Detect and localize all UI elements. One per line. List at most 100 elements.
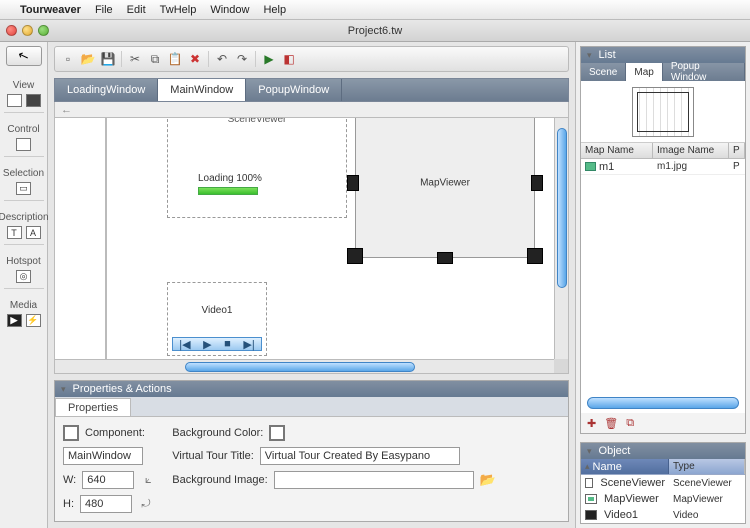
zoom-window-button[interactable]: [38, 25, 49, 36]
resize-handle-se[interactable]: [527, 248, 543, 264]
tab-popup-window[interactable]: PopupWindow: [246, 79, 342, 101]
object-panel-header[interactable]: ▾Object: [581, 443, 745, 459]
player-prev-icon[interactable]: |◀: [179, 338, 190, 351]
browse-bgimage-icon[interactable]: 📂: [480, 472, 496, 488]
disclosure-triangle-icon[interactable]: ▾: [61, 384, 66, 395]
resize-handle-w[interactable]: [347, 175, 359, 191]
menu-help[interactable]: Help: [263, 4, 286, 16]
map-row[interactable]: m1 m1.jpg P: [581, 159, 745, 175]
reset-dimensions-icon[interactable]: ⤾: [138, 498, 154, 511]
new-icon[interactable]: ▫: [61, 52, 75, 66]
player-next-icon[interactable]: ▶|: [243, 338, 254, 351]
mapviewer-component[interactable]: MapViewer: [355, 118, 535, 258]
save-icon[interactable]: 💾: [101, 52, 115, 66]
minimize-window-button[interactable]: [22, 25, 33, 36]
selection-tool-button[interactable]: ↖: [6, 46, 42, 66]
add-map-icon[interactable]: ✚: [587, 417, 596, 430]
text-tool[interactable]: T: [7, 226, 22, 239]
tour-title-field[interactable]: Virtual Tour Created By Easypano: [260, 447, 460, 465]
list-tab-popup[interactable]: Popup Window: [663, 63, 745, 81]
delete-map-icon[interactable]: 🗑: [604, 417, 618, 430]
redo-icon[interactable]: ↷: [235, 52, 249, 66]
open-icon[interactable]: 📂: [81, 52, 95, 66]
view-tool-1[interactable]: [7, 94, 22, 107]
col-map-name[interactable]: Map Name: [581, 143, 653, 158]
object-panel: ▾Object ▴Name Type SceneViewer SceneView…: [580, 442, 746, 524]
video-player-controls[interactable]: |◀ ▶ ■ ▶|: [172, 337, 262, 351]
col-object-name[interactable]: ▴Name: [581, 459, 669, 474]
menu-twhelp[interactable]: TwHelp: [160, 4, 197, 16]
video-tool[interactable]: ▶: [7, 314, 22, 327]
list-panel: ▾List Scene Map Popup Window Map Name Im…: [580, 46, 746, 434]
resize-handle-e[interactable]: [531, 175, 543, 191]
disclosure-triangle-icon[interactable]: ▾: [587, 50, 592, 61]
col-extra[interactable]: P: [729, 143, 745, 158]
copy-icon[interactable]: ⧉: [148, 52, 162, 66]
object-row[interactable]: MapViewer MapViewer: [581, 491, 745, 507]
sceneviewer-component[interactable]: SceneViewer Loading 100%: [167, 118, 347, 218]
menu-edit[interactable]: Edit: [127, 4, 146, 16]
canvas-scrollbar-horizontal[interactable]: [55, 359, 554, 373]
bgcolor-swatch[interactable]: [269, 425, 285, 441]
menu-window[interactable]: Window: [210, 4, 249, 16]
bgimage-field[interactable]: [274, 471, 474, 489]
disclosure-triangle-icon[interactable]: ▾: [587, 446, 592, 457]
tab-properties[interactable]: Properties: [55, 398, 131, 416]
publish-icon[interactable]: ◧: [282, 52, 296, 66]
tab-loading-window[interactable]: LoadingWindow: [55, 79, 158, 101]
view-tool-2[interactable]: [26, 94, 41, 107]
player-play-icon[interactable]: ▶: [203, 338, 211, 351]
back-arrow-icon[interactable]: ←: [61, 104, 72, 116]
map-object-icon: [585, 494, 597, 504]
flash-tool[interactable]: ⚡: [26, 314, 41, 327]
design-canvas[interactable]: SceneViewer Loading 100% MapViewer: [54, 118, 569, 374]
selection-tool-1[interactable]: ▭: [16, 182, 31, 195]
system-menubar: Tourweaver File Edit TwHelp Window Help: [0, 0, 750, 20]
main-window-viewport[interactable]: SceneViewer Loading 100% MapViewer: [105, 118, 554, 359]
canvas-scrollbar-vertical[interactable]: [554, 118, 568, 359]
map-thumbnail[interactable]: [632, 87, 694, 137]
component-swatch[interactable]: [63, 425, 79, 441]
component-name-field[interactable]: MainWindow: [63, 447, 143, 465]
properties-panel-header[interactable]: ▾Properties & Actions: [55, 381, 568, 397]
app-menu[interactable]: Tourweaver: [20, 4, 81, 16]
player-stop-icon[interactable]: ■: [224, 338, 231, 350]
hotspot-tool[interactable]: ◎: [16, 270, 31, 283]
undo-icon[interactable]: ↶: [215, 52, 229, 66]
textbox-tool[interactable]: A: [26, 226, 41, 239]
preview-icon[interactable]: ▶: [262, 52, 276, 66]
h-scroll-thumb[interactable]: [185, 362, 415, 372]
object-grid-header: ▴Name Type: [581, 459, 745, 475]
paste-icon[interactable]: 📋: [168, 52, 182, 66]
tour-title-label: Virtual Tour Title:: [172, 450, 254, 462]
v-scroll-thumb[interactable]: [557, 128, 567, 288]
arrange-map-icon[interactable]: ⧉: [626, 417, 634, 430]
palette-group-selection: Selection: [3, 168, 44, 179]
resize-handle-sw[interactable]: [347, 248, 363, 264]
menu-file[interactable]: File: [95, 4, 113, 16]
video-component[interactable]: Video1 |◀ ▶ ■ ▶|: [167, 282, 267, 356]
height-field[interactable]: 480: [80, 495, 132, 513]
object-row[interactable]: Video1 Video: [581, 507, 745, 523]
delete-icon[interactable]: ✖: [188, 52, 202, 66]
map-grid-body: m1 m1.jpg P: [581, 159, 745, 413]
link-dimensions-icon[interactable]: ⟀: [140, 474, 156, 487]
properties-panel: ▾Properties & Actions Properties Compone…: [54, 380, 569, 522]
cut-icon[interactable]: ✂: [128, 52, 142, 66]
map-thumbnail-area: [581, 81, 745, 143]
list-tab-scene[interactable]: Scene: [581, 63, 626, 81]
height-label: H:: [63, 498, 74, 510]
tab-main-window[interactable]: MainWindow: [158, 79, 246, 101]
control-tool-1[interactable]: [16, 138, 31, 151]
object-row[interactable]: SceneViewer SceneViewer: [581, 475, 745, 491]
list-tab-map[interactable]: Map: [626, 63, 662, 81]
resize-handle-s[interactable]: [437, 252, 453, 264]
col-object-type[interactable]: Type: [669, 459, 745, 474]
close-window-button[interactable]: [6, 25, 17, 36]
col-image-name[interactable]: Image Name: [653, 143, 729, 158]
width-field[interactable]: 640: [82, 471, 134, 489]
map-row-icon: [585, 162, 596, 171]
mapviewer-label: MapViewer: [420, 178, 470, 189]
window-title: Project6.tw: [348, 25, 402, 37]
list-scroll-thumb[interactable]: [587, 397, 739, 409]
